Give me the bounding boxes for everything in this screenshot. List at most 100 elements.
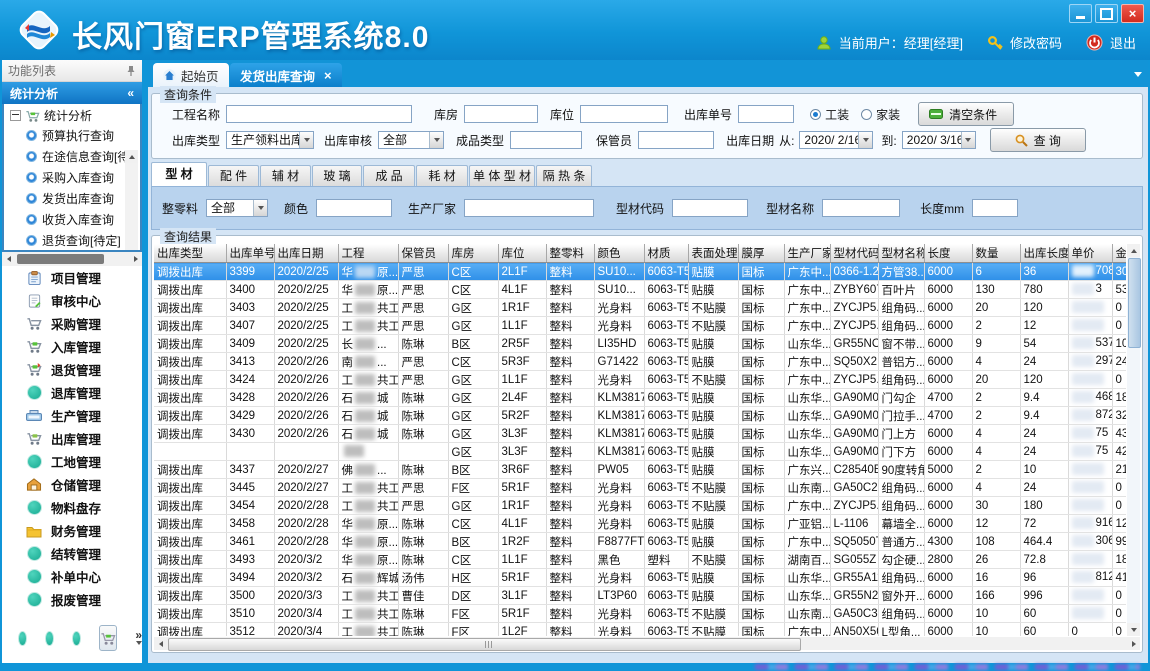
scroll-up-icon[interactable] — [1127, 244, 1140, 257]
table-row[interactable]: 调拨出库34072020/2/25工共工程严思G区1L1F整料光身料6063-T… — [154, 317, 1126, 335]
tab-outbound-query[interactable]: 发货出库查询 × — [230, 63, 342, 87]
scrollbar-thumb[interactable] — [168, 638, 801, 651]
column-header[interactable]: 库房 — [448, 244, 498, 263]
date-to-select[interactable]: 2020/ 3/16 — [902, 131, 976, 149]
logout-link[interactable]: 退出 — [1110, 33, 1136, 52]
table-row[interactable]: 调拨出库35122020/3/4工共工程陈琳F区1L2F整料光身料6063-T5… — [154, 623, 1126, 637]
sidebar-item-生产管理[interactable]: 生产管理 — [2, 404, 142, 427]
table-vertical-scrollbar[interactable] — [1127, 244, 1140, 636]
sidebar-item-物料盘存[interactable]: 物料盘存 — [2, 496, 142, 519]
scroll-up-icon[interactable] — [125, 150, 138, 163]
outbound-type-select[interactable]: 生产领料出库 — [226, 131, 314, 149]
tree-item[interactable]: 预算执行查询 — [26, 125, 140, 146]
tab-list-dropdown-icon[interactable] — [1134, 72, 1142, 77]
table-row[interactable]: 调拨出库33992020/2/25华原...严思C区2L1F整料SU10...6… — [154, 263, 1126, 281]
manufacturer-input[interactable] — [464, 199, 594, 217]
location-input[interactable] — [580, 105, 668, 123]
tab-home[interactable]: 起始页 — [153, 63, 229, 87]
sidebar-item-报废管理[interactable]: 报废管理 — [2, 588, 142, 611]
table-row[interactable]: 调拨出库34302020/2/26石城陈琳G区3L3F整料KLM38176063… — [154, 425, 1126, 443]
order-no-input[interactable] — [738, 105, 794, 123]
shortcut-circle-icon[interactable] — [72, 631, 81, 646]
clear-conditions-button[interactable]: 清空条件 — [918, 102, 1014, 126]
whole-scrap-select[interactable]: 全部 — [206, 199, 268, 217]
maximize-icon[interactable] — [1095, 4, 1118, 23]
sidebar-item-项目管理[interactable]: 项目管理 — [2, 266, 142, 289]
profile-name-input[interactable] — [822, 199, 900, 217]
column-header[interactable]: 库位 — [498, 244, 546, 263]
column-header[interactable]: 保管员 — [398, 244, 448, 263]
column-header[interactable]: 出库长度 — [1020, 244, 1068, 263]
project-name-input[interactable] — [226, 105, 412, 123]
sidebar-item-采购管理[interactable]: 采购管理 — [2, 312, 142, 335]
table-row[interactable]: 调拨出库35002020/3/3工共工程曹佳D区3L1F整料LT3P606063… — [154, 587, 1126, 605]
material-tab[interactable]: 成 品 — [363, 165, 415, 186]
sidebar-item-出库管理[interactable]: 出库管理 — [2, 427, 142, 450]
column-header[interactable]: 颜色 — [594, 244, 644, 263]
scroll-right-icon[interactable] — [1127, 637, 1140, 650]
column-header[interactable]: 膜厚 — [738, 244, 784, 263]
table-row[interactable]: 调拨出库34132020/2/26南...严思C区5R3F整料G71422606… — [154, 353, 1126, 371]
column-header[interactable]: 出库日期 — [274, 244, 338, 263]
column-header[interactable]: 数量 — [972, 244, 1020, 263]
warehouse-input[interactable] — [464, 105, 538, 123]
outbound-audit-select[interactable]: 全部 — [378, 131, 444, 149]
change-password-link[interactable]: 修改密码 — [1010, 33, 1062, 52]
table-row[interactable]: 调拨出库34582020/2/28华原...陈琳C区4L1F整料光身料6063-… — [154, 515, 1126, 533]
tree-expander-icon[interactable] — [10, 110, 21, 121]
keeper-input[interactable] — [638, 131, 714, 149]
tree-item[interactable]: 发货出库查询 — [26, 188, 140, 209]
column-header[interactable]: 型材名称 — [878, 244, 924, 263]
length-input[interactable] — [972, 199, 1018, 217]
table-row[interactable]: 调拨出库34292020/2/26石城陈琳G区5R2F整料KLM38176063… — [154, 407, 1126, 425]
table-row[interactable]: 调拨出库34372020/2/27佛...陈琳B区3R6F整料PW056063-… — [154, 461, 1126, 479]
tree-item[interactable]: 采购入库查询 — [26, 167, 140, 188]
table-row[interactable]: 调拨出库35102020/3/4工共工程陈琳F区5R1F整料光身料6063-T5… — [154, 605, 1126, 623]
table-row[interactable]: 调拨出库34282020/2/26石城陈琳G区2L4F整料KLM38176063… — [154, 389, 1126, 407]
material-tab[interactable]: 隔 热 条 — [536, 165, 592, 186]
tree-horizontal-scrollbar[interactable] — [2, 252, 142, 267]
table-row[interactable]: 调拨出库34942020/3/2石辉城汤伟H区5R1F整料光身料6063-T5贴… — [154, 569, 1126, 587]
scrollbar-thumb[interactable] — [17, 254, 104, 264]
shortcut-circle-icon[interactable] — [18, 631, 27, 646]
column-header[interactable]: 单价 — [1068, 244, 1112, 263]
table-row[interactable]: 调拨出库34542020/2/28工共工程严思G区1R1F整料光身料6063-T… — [154, 497, 1126, 515]
tab-close-icon[interactable]: × — [324, 68, 332, 83]
sidebar-item-仓储管理[interactable]: 仓储管理 — [2, 473, 142, 496]
table-horizontal-scrollbar[interactable] — [154, 637, 1140, 650]
scroll-right-icon[interactable] — [129, 252, 142, 265]
scrollbar-thumb[interactable] — [1128, 258, 1141, 348]
close-icon[interactable]: × — [1121, 4, 1144, 23]
table-row[interactable]: 调拨出库34242020/2/26工共工程严思G区1L1F整料光身料6063-T… — [154, 371, 1126, 389]
material-tab[interactable]: 耗 材 — [416, 165, 468, 186]
search-button[interactable]: 查 询 — [990, 128, 1086, 152]
material-tab[interactable]: 辅 材 — [260, 165, 311, 186]
date-from-select[interactable]: 2020/ 2/16 — [799, 131, 873, 149]
shortcut-circle-icon[interactable] — [45, 631, 54, 646]
tree-item[interactable]: 在途信息查询[待 — [26, 146, 140, 167]
radio-gongzhuang[interactable] — [810, 109, 821, 120]
column-header[interactable]: 长度 — [924, 244, 972, 263]
collapse-icon[interactable]: « — [127, 86, 134, 100]
sidebar-item-结转管理[interactable]: 结转管理 — [2, 542, 142, 565]
minimize-icon[interactable] — [1069, 4, 1092, 23]
table-row[interactable]: 调拨出库34092020/2/25长...陈琳B区2R5F整料LI35HD606… — [154, 335, 1126, 353]
material-tab[interactable]: 型 材 — [151, 162, 207, 186]
cart-shortcut-button[interactable] — [99, 625, 117, 651]
column-header[interactable]: 表面处理 — [688, 244, 738, 263]
menu-overflow-button[interactable]: » — [135, 631, 142, 645]
product-type-input[interactable] — [510, 131, 582, 149]
pin-icon[interactable] — [126, 65, 136, 77]
column-header[interactable]: 生产厂家 — [784, 244, 830, 263]
sidebar-item-入库管理[interactable]: 入库管理 — [2, 335, 142, 358]
table-row[interactable]: 调拨出库34032020/2/25工共工程严思G区1R1F整料光身料6063-T… — [154, 299, 1126, 317]
sidebar-item-财务管理[interactable]: 财务管理 — [2, 519, 142, 542]
tree-item[interactable]: 退货查询[待定] — [26, 230, 140, 251]
sidebar-item-补单中心[interactable]: 补单中心 — [2, 565, 142, 588]
section-header-statistics[interactable]: 统计分析 « — [2, 82, 142, 104]
scroll-down-icon[interactable] — [1127, 623, 1140, 636]
material-tab[interactable]: 配 件 — [208, 165, 259, 186]
column-header[interactable]: 工程 — [338, 244, 398, 263]
sidebar-item-退库管理[interactable]: 退库管理 — [2, 381, 142, 404]
column-header[interactable]: 整零料 — [546, 244, 594, 263]
